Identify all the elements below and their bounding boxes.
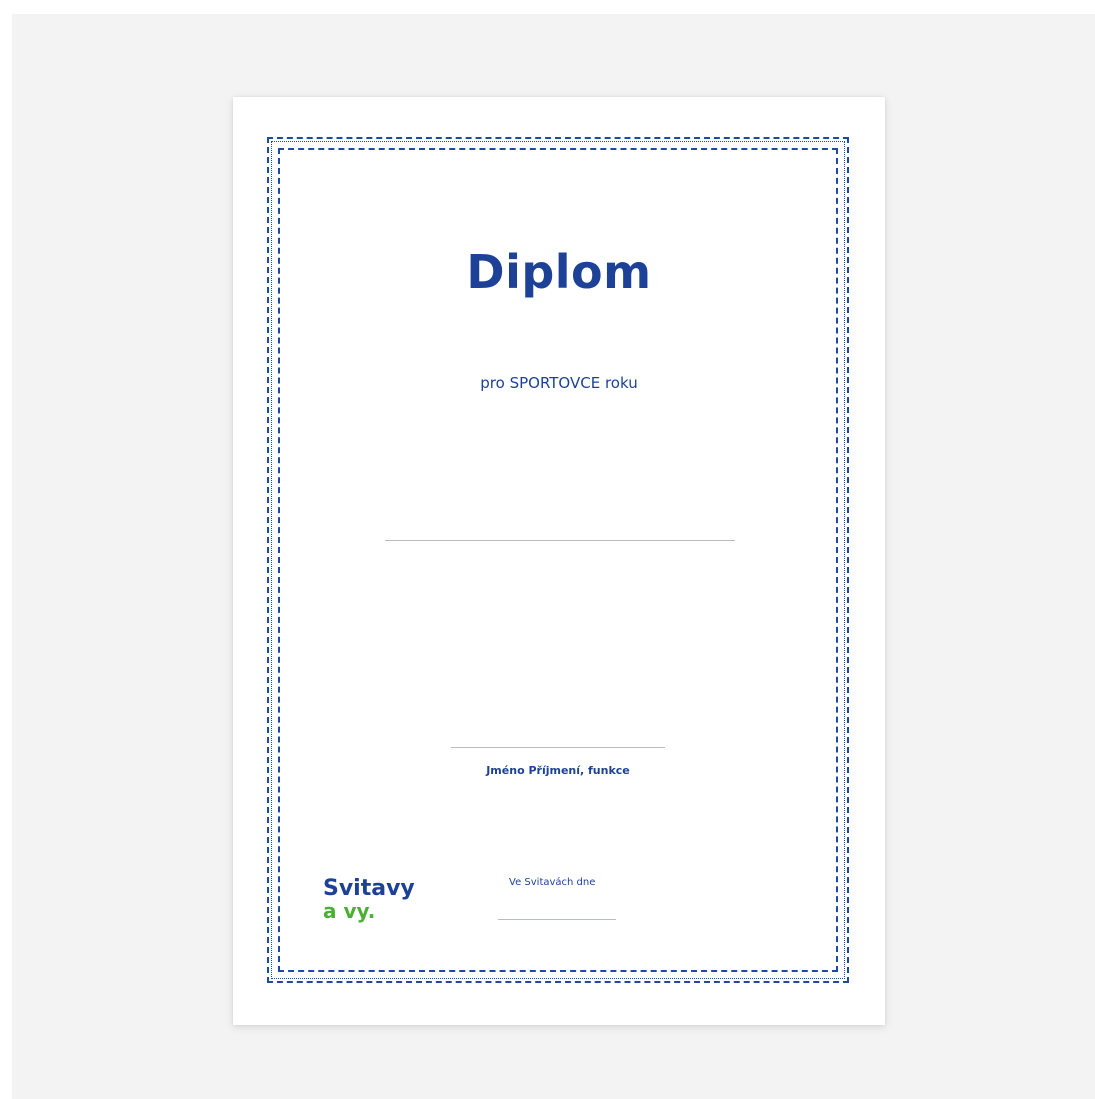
diploma-subtitle: pro SPORTOVCE roku [480,374,638,392]
diploma-title: Diplom [466,245,652,299]
logo-text-secondary: a vy. [323,899,376,923]
place-date-label: Ve Svitavách dne [509,877,596,888]
signatory-name: Jméno Příjmení, funkce [486,764,630,777]
date-line [498,919,616,920]
logo-text-primary: Svitavy [323,876,415,901]
svitavy-logo: Svitavy a vy. [323,877,415,923]
diploma-page: Diplom pro SPORTOVCE roku Jméno Příjmení… [233,97,885,1025]
recipient-name-line [385,540,735,541]
signature-line [451,747,665,748]
